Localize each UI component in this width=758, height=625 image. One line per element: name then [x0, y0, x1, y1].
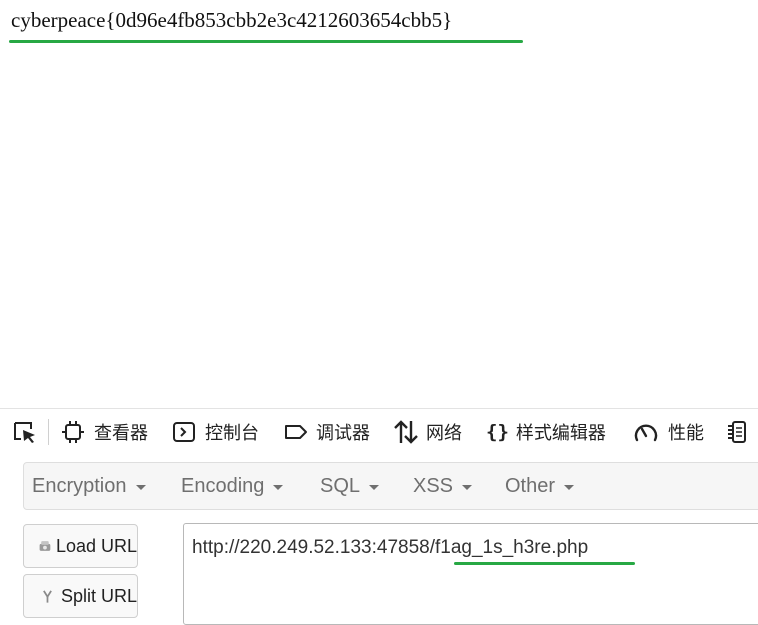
- url-value: http://220.249.52.133:47858/f1ag_1s_h3re…: [192, 537, 589, 558]
- caret-down-icon: [369, 484, 380, 490]
- tab-pick-element[interactable]: [12, 409, 38, 455]
- toolbar-separator: [48, 419, 49, 445]
- tab-debugger-label: 调试器: [316, 423, 370, 443]
- hackbar-panel: Encryption Encoding SQL XSS Other Load U…: [0, 454, 758, 625]
- tab-inspector[interactable]: 查看器: [61, 409, 148, 455]
- url-textarea[interactable]: http://220.249.52.133:47858/f1ag_1s_h3re…: [183, 523, 758, 625]
- devtools-toolbar: 查看器 控制台 调试器 网络 {} 样式编辑器 性能: [0, 408, 758, 455]
- flag-text: cyberpeace{0d96e4fb853cbb2e3c4212603654c…: [11, 8, 453, 32]
- menu-encryption[interactable]: Encryption: [32, 463, 146, 509]
- menu-sql[interactable]: SQL: [320, 463, 380, 509]
- menu-encoding-label: Encoding: [181, 474, 265, 497]
- caret-down-icon: [564, 484, 575, 490]
- caret-down-icon: [135, 484, 146, 490]
- tab-performance[interactable]: 性能: [633, 409, 704, 455]
- menu-xss-label: XSS: [413, 474, 454, 497]
- menu-xss[interactable]: XSS: [413, 463, 473, 509]
- tab-inspector-label: 查看器: [94, 423, 148, 443]
- tab-console-label: 控制台: [205, 423, 259, 443]
- menu-encoding[interactable]: Encoding: [181, 463, 284, 509]
- menu-encryption-label: Encryption: [32, 474, 127, 497]
- split-url-icon: [43, 590, 52, 603]
- url-highlight-underline: [454, 562, 635, 565]
- console-icon: [173, 422, 195, 442]
- tab-network-label: 网络: [426, 423, 462, 443]
- caret-down-icon: [273, 484, 284, 490]
- debugger-icon: [285, 425, 307, 439]
- split-url-button[interactable]: Split URL: [23, 574, 138, 618]
- tab-style-editor[interactable]: {} 样式编辑器: [486, 409, 606, 455]
- tab-performance-label: 性能: [668, 423, 704, 443]
- load-url-label: Load URL: [55, 535, 137, 556]
- tab-style-editor-label: 样式编辑器: [515, 423, 606, 443]
- pick-element-icon: [14, 422, 35, 443]
- tab-debugger[interactable]: 调试器: [283, 409, 370, 455]
- memory-icon: [728, 421, 746, 443]
- performance-icon: [634, 424, 658, 442]
- load-url-button[interactable]: Load URL: [23, 524, 138, 568]
- menu-sql-label: SQL: [320, 474, 361, 497]
- menu-other-label: Other: [505, 474, 556, 497]
- menu-other[interactable]: Other: [505, 463, 575, 509]
- load-url-icon: [39, 541, 51, 551]
- tab-network[interactable]: 网络: [393, 409, 462, 455]
- hackbar-menu-bar: Encryption Encoding SQL XSS Other: [23, 462, 758, 510]
- tab-console[interactable]: 控制台: [172, 409, 259, 455]
- split-url-label: Split URL: [60, 585, 137, 606]
- network-icon: [394, 420, 418, 444]
- caret-down-icon: [462, 484, 473, 490]
- flag-highlight-underline: [9, 40, 523, 43]
- tab-memory[interactable]: [726, 409, 752, 455]
- inspector-icon: [62, 421, 84, 443]
- style-editor-icon: {}: [486, 421, 509, 443]
